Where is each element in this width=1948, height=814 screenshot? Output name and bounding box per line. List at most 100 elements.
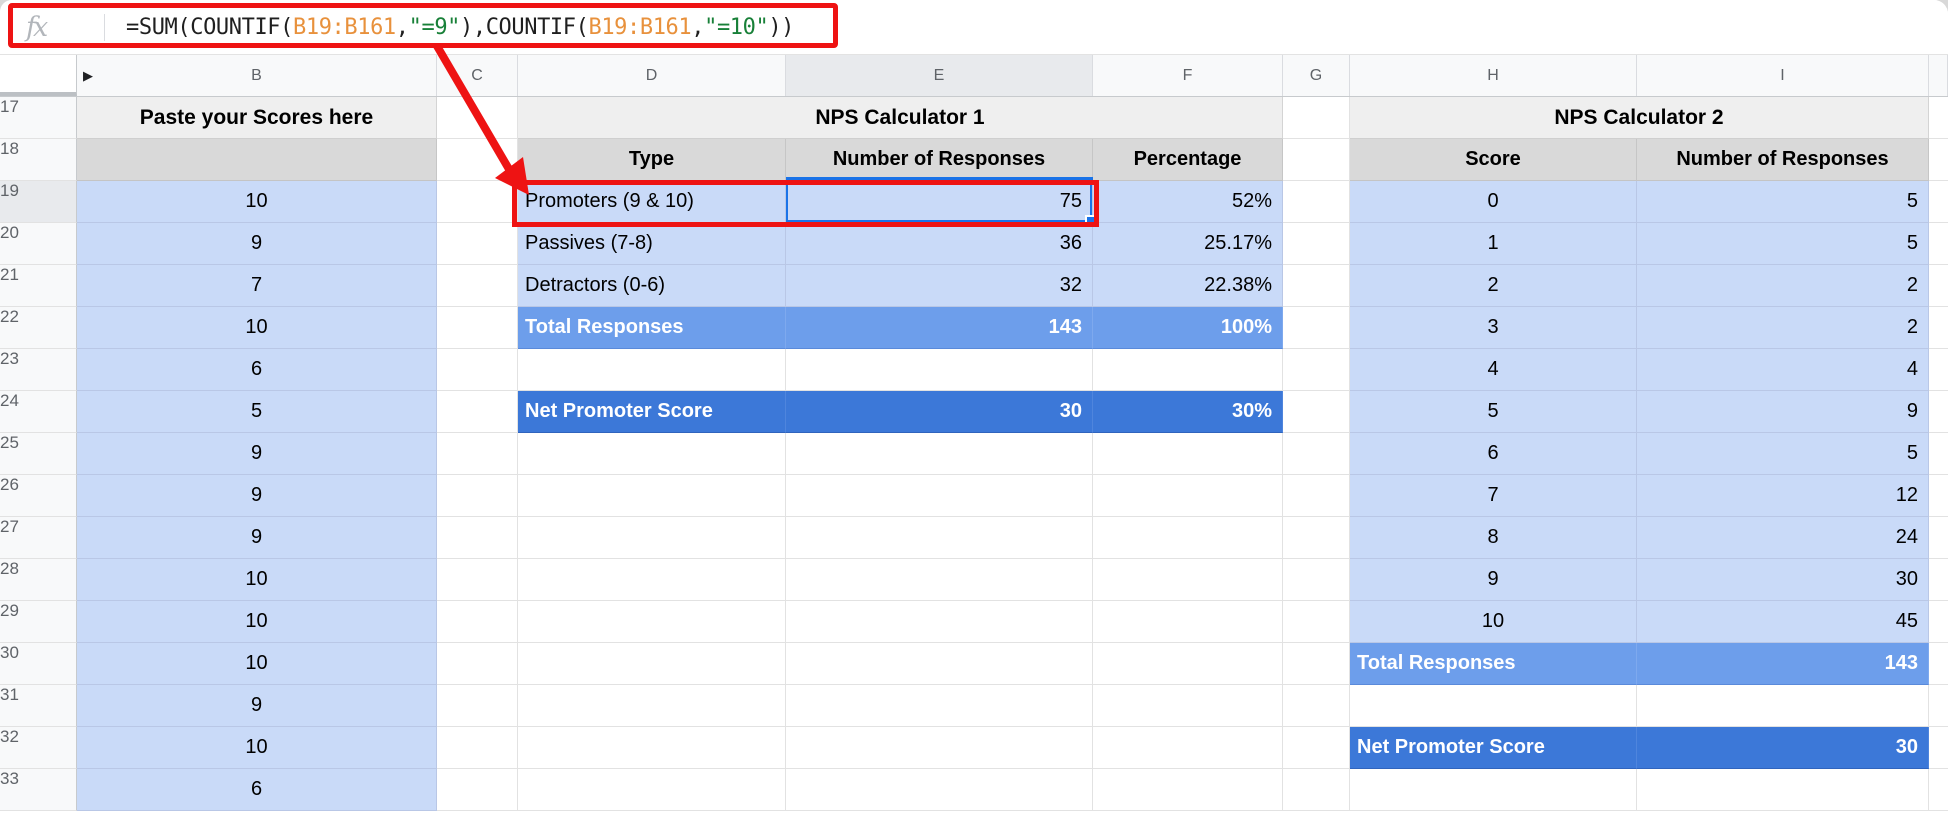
cell-D29[interactable]: [518, 601, 786, 643]
cell-B27[interactable]: 9: [77, 517, 437, 559]
cell-G19[interactable]: [1283, 181, 1350, 223]
cell-D28[interactable]: [518, 559, 786, 601]
cell-E21[interactable]: 32: [786, 265, 1093, 307]
cell-H24[interactable]: 5: [1350, 391, 1637, 433]
column-header-C[interactable]: C: [437, 55, 518, 96]
cell-F22[interactable]: 100%: [1093, 307, 1283, 349]
cell-G23[interactable]: [1283, 349, 1350, 391]
cell-I27[interactable]: 24: [1637, 517, 1929, 559]
cell-D20[interactable]: Passives (7-8): [518, 223, 786, 265]
cell-B23[interactable]: 6: [77, 349, 437, 391]
row-header-30[interactable]: 30: [0, 643, 77, 685]
cell-C30[interactable]: [437, 643, 518, 685]
cell-H20[interactable]: 1: [1350, 223, 1637, 265]
cell-G17[interactable]: [1283, 97, 1350, 139]
cell-H32[interactable]: Net Promoter Score: [1350, 727, 1637, 769]
cell-I31[interactable]: [1637, 685, 1929, 727]
cell-D22[interactable]: Total Responses: [518, 307, 786, 349]
cell-H26[interactable]: 7: [1350, 475, 1637, 517]
cell-E29[interactable]: [786, 601, 1093, 643]
row-header-23[interactable]: 23: [0, 349, 77, 391]
cell-E27[interactable]: [786, 517, 1093, 559]
cell-D32[interactable]: [518, 727, 786, 769]
cell-H21[interactable]: 2: [1350, 265, 1637, 307]
cell-I28[interactable]: 30: [1637, 559, 1929, 601]
cell-G31[interactable]: [1283, 685, 1350, 727]
cell-B17[interactable]: Paste your Scores here: [77, 97, 437, 139]
cell-F27[interactable]: [1093, 517, 1283, 559]
cell-E20[interactable]: 36: [786, 223, 1093, 265]
cell-F33[interactable]: [1093, 769, 1283, 811]
cell-G30[interactable]: [1283, 643, 1350, 685]
cell-H27[interactable]: 8: [1350, 517, 1637, 559]
cell-D33[interactable]: [518, 769, 786, 811]
row-header-24[interactable]: 24: [0, 391, 77, 433]
cell-D25[interactable]: [518, 433, 786, 475]
cell-F23[interactable]: [1093, 349, 1283, 391]
cell-C25[interactable]: [437, 433, 518, 475]
cell-G32[interactable]: [1283, 727, 1350, 769]
cell-E28[interactable]: [786, 559, 1093, 601]
cell-G20[interactable]: [1283, 223, 1350, 265]
cell-B31[interactable]: 9: [77, 685, 437, 727]
cell-H29[interactable]: 10: [1350, 601, 1637, 643]
cell-H18[interactable]: Score: [1350, 139, 1637, 181]
cell-D21[interactable]: Detractors (0-6): [518, 265, 786, 307]
cell-G22[interactable]: [1283, 307, 1350, 349]
cell-I29[interactable]: 45: [1637, 601, 1929, 643]
cell-G25[interactable]: [1283, 433, 1350, 475]
cell-E31[interactable]: [786, 685, 1093, 727]
row-header-25[interactable]: 25: [0, 433, 77, 475]
cell-I23[interactable]: 4: [1637, 349, 1929, 391]
column-header-B[interactable]: B▶: [77, 55, 437, 96]
cell-B32[interactable]: 10: [77, 727, 437, 769]
cell-G33[interactable]: [1283, 769, 1350, 811]
cell-F28[interactable]: [1093, 559, 1283, 601]
cell-I18[interactable]: Number of Responses: [1637, 139, 1929, 181]
cell-G28[interactable]: [1283, 559, 1350, 601]
cell-E25[interactable]: [786, 433, 1093, 475]
cell-I19[interactable]: 5: [1637, 181, 1929, 223]
column-header-H[interactable]: H: [1350, 55, 1637, 96]
cell-C21[interactable]: [437, 265, 518, 307]
cell-G29[interactable]: [1283, 601, 1350, 643]
cell-I24[interactable]: 9: [1637, 391, 1929, 433]
cell-C23[interactable]: [437, 349, 518, 391]
cell-C20[interactable]: [437, 223, 518, 265]
cell-H33[interactable]: [1350, 769, 1637, 811]
cell-C31[interactable]: [437, 685, 518, 727]
cell-I32[interactable]: 30: [1637, 727, 1929, 769]
cell-C33[interactable]: [437, 769, 518, 811]
row-header-18[interactable]: 18: [0, 139, 77, 181]
cell-C28[interactable]: [437, 559, 518, 601]
cell-E22[interactable]: 143: [786, 307, 1093, 349]
cell-F20[interactable]: 25.17%: [1093, 223, 1283, 265]
cell-C29[interactable]: [437, 601, 518, 643]
cell-H23[interactable]: 4: [1350, 349, 1637, 391]
cell-C26[interactable]: [437, 475, 518, 517]
column-header-D[interactable]: D: [518, 55, 786, 96]
cell-B22[interactable]: 10: [77, 307, 437, 349]
cell-I22[interactable]: 2: [1637, 307, 1929, 349]
cell-H17-I17-merged[interactable]: NPS Calculator 2: [1350, 97, 1929, 139]
cell-F25[interactable]: [1093, 433, 1283, 475]
cell-H31[interactable]: [1350, 685, 1637, 727]
cell-E30[interactable]: [786, 643, 1093, 685]
row-header-31[interactable]: 31: [0, 685, 77, 727]
row-header-20[interactable]: 20: [0, 223, 77, 265]
cell-I26[interactable]: 12: [1637, 475, 1929, 517]
cell-G18[interactable]: [1283, 139, 1350, 181]
cell-C24[interactable]: [437, 391, 518, 433]
cell-B24[interactable]: 5: [77, 391, 437, 433]
cell-E24[interactable]: 30: [786, 391, 1093, 433]
column-header-E[interactable]: E: [786, 55, 1093, 96]
cell-D17-F17-merged[interactable]: NPS Calculator 1: [518, 97, 1283, 139]
cell-B25[interactable]: 9: [77, 433, 437, 475]
cell-H19[interactable]: 0: [1350, 181, 1637, 223]
cell-B21[interactable]: 7: [77, 265, 437, 307]
cell-D24[interactable]: Net Promoter Score: [518, 391, 786, 433]
cell-B29[interactable]: 10: [77, 601, 437, 643]
cell-H25[interactable]: 6: [1350, 433, 1637, 475]
cell-E33[interactable]: [786, 769, 1093, 811]
cell-C32[interactable]: [437, 727, 518, 769]
